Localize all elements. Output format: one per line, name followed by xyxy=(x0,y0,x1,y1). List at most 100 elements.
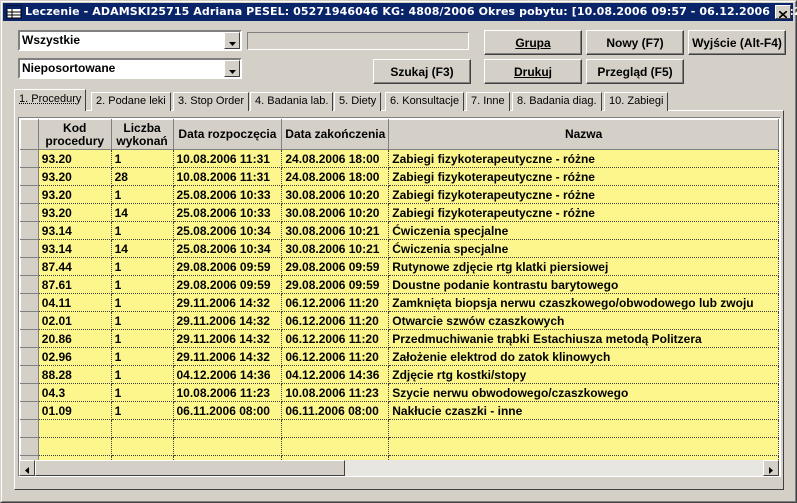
cell-kod[interactable]: 04.11 xyxy=(38,294,111,312)
cell-liczba[interactable]: 28 xyxy=(111,168,173,186)
table-row[interactable]: 93.14 14 25.08.2006 10:34 30.08.2006 10:21 Ć… xyxy=(21,240,779,258)
row-selector[interactable] xyxy=(21,384,39,402)
cell-data-zakonczenia[interactable]: 24.08.2006 18:00 xyxy=(282,168,389,186)
table-row[interactable]: 93.20 1 25.08.2006 10:33 30.08.2006 10:20 Za… xyxy=(21,186,779,204)
sort-select[interactable]: Nieposortowane xyxy=(18,58,242,79)
empty-cell[interactable] xyxy=(282,438,389,456)
cell-nazwa[interactable]: Szycie nerwu obwodowego/czaszkowego xyxy=(389,384,779,402)
cell-liczba[interactable]: 1 xyxy=(111,222,173,240)
preview-button[interactable]: Przegląd (F5) xyxy=(586,59,684,84)
cell-kod[interactable]: 93.20 xyxy=(38,204,111,222)
table-row[interactable]: 93.20 14 25.08.2006 10:33 30.08.2006 10:20 Z… xyxy=(21,204,779,222)
cell-data-zakonczenia[interactable]: 06.12.2006 11:20 xyxy=(282,294,389,312)
print-button[interactable]: Drukuj xyxy=(484,59,582,84)
row-selector[interactable] xyxy=(21,204,39,222)
table-row[interactable]: 04.11 1 29.11.2006 14:32 06.12.2006 11:20 Za… xyxy=(21,294,779,312)
sort-select-dropdown-button[interactable] xyxy=(224,60,240,77)
cell-liczba[interactable]: 1 xyxy=(111,276,173,294)
cell-data-zakonczenia[interactable]: 29.08.2006 09:59 xyxy=(282,276,389,294)
cell-kod[interactable]: 87.61 xyxy=(38,276,111,294)
cell-nazwa[interactable]: Przedmuchiwanie trąbki Estachiusza metod… xyxy=(389,330,779,348)
column-header-liczba[interactable]: Liczba wykonań xyxy=(111,120,173,150)
column-header-data-rozpoczecia[interactable]: Data rozpoczęcia xyxy=(173,120,282,150)
cell-data-rozpoczecia[interactable]: 29.08.2006 09:59 xyxy=(173,258,282,276)
empty-cell[interactable] xyxy=(38,420,111,438)
tab-konsultacje[interactable]: 6. Konsultacje xyxy=(385,92,464,111)
row-selector[interactable] xyxy=(21,222,39,240)
table-row[interactable]: 04.3 1 10.08.2006 11:23 10.08.2006 11:23 Szy… xyxy=(21,384,779,402)
row-selector[interactable] xyxy=(21,150,39,168)
empty-cell[interactable] xyxy=(389,438,779,456)
row-selector[interactable] xyxy=(21,330,39,348)
table-row[interactable]: 87.61 1 29.08.2006 09:59 29.08.2006 09:59 Do… xyxy=(21,276,779,294)
table-row[interactable]: 93.14 1 25.08.2006 10:34 30.08.2006 10:21 Ćw… xyxy=(21,222,779,240)
tab-podane-leki[interactable]: 2. Podane leki xyxy=(91,92,171,111)
table-row[interactable]: 87.44 1 29.08.2006 09:59 29.08.2006 09:59 Ru… xyxy=(21,258,779,276)
cell-kod[interactable]: 04.3 xyxy=(38,384,111,402)
tab-diety[interactable]: 5. Diety xyxy=(334,92,381,111)
filter-select-1-dropdown-button[interactable] xyxy=(224,32,240,49)
cell-liczba[interactable]: 1 xyxy=(111,348,173,366)
cell-data-rozpoczecia[interactable]: 25.08.2006 10:34 xyxy=(173,222,282,240)
close-button[interactable] xyxy=(775,5,791,19)
empty-cell[interactable] xyxy=(38,438,111,456)
row-selector[interactable] xyxy=(21,258,39,276)
cell-data-zakonczenia[interactable]: 29.08.2006 09:59 xyxy=(282,258,389,276)
grupa-button[interactable]: Grupa xyxy=(484,30,582,55)
cell-liczba[interactable]: 1 xyxy=(111,150,173,168)
cell-liczba[interactable]: 14 xyxy=(111,240,173,258)
table-row[interactable]: 88.28 1 04.12.2006 14:36 04.12.2006 14:36 Zd… xyxy=(21,366,779,384)
table-row[interactable]: 02.01 1 29.11.2006 14:32 06.12.2006 11:20 Ot… xyxy=(21,312,779,330)
row-selector[interactable] xyxy=(21,276,39,294)
cell-kod[interactable]: 87.44 xyxy=(38,258,111,276)
cell-kod[interactable]: 93.14 xyxy=(38,222,111,240)
cell-data-zakonczenia[interactable]: 30.08.2006 10:20 xyxy=(282,186,389,204)
cell-nazwa[interactable]: Zamknięta biopsja nerwu czaszkowego/obwo… xyxy=(389,294,779,312)
search-button[interactable]: Szukaj (F3) xyxy=(373,59,471,84)
row-selector[interactable] xyxy=(21,348,39,366)
cell-kod[interactable]: 01.09 xyxy=(38,402,111,420)
tab-stop-order[interactable]: 3. Stop Order xyxy=(173,92,249,111)
scroll-left-button[interactable] xyxy=(19,460,35,476)
cell-liczba[interactable]: 1 xyxy=(111,186,173,204)
cell-nazwa[interactable]: Ćwiczenia specjalne xyxy=(389,222,779,240)
cell-nazwa[interactable]: Doustne podanie kontrastu barytowego xyxy=(389,276,779,294)
row-selector[interactable] xyxy=(21,312,39,330)
cell-nazwa[interactable]: Zabiegi fizykoterapeutyczne - różne xyxy=(389,204,779,222)
empty-cell[interactable] xyxy=(173,420,282,438)
exit-button[interactable]: Wyjście (Alt-F4) xyxy=(688,30,786,55)
cell-liczba[interactable]: 14 xyxy=(111,204,173,222)
empty-cell[interactable] xyxy=(282,420,389,438)
table-row[interactable]: 20.86 1 29.11.2006 14:32 06.12.2006 11:20 Pr… xyxy=(21,330,779,348)
cell-data-zakonczenia[interactable]: 06.11.2006 08:00 xyxy=(282,402,389,420)
cell-data-zakonczenia[interactable]: 04.12.2006 14:36 xyxy=(282,366,389,384)
cell-data-rozpoczecia[interactable]: 10.08.2006 11:31 xyxy=(173,150,282,168)
cell-data-zakonczenia[interactable]: 30.08.2006 10:20 xyxy=(282,204,389,222)
cell-data-rozpoczecia[interactable]: 29.08.2006 09:59 xyxy=(173,276,282,294)
empty-cell[interactable] xyxy=(173,438,282,456)
cell-kod[interactable]: 93.20 xyxy=(38,168,111,186)
tab-zabiegi[interactable]: 10. Zabiegi xyxy=(604,92,668,111)
row-selector[interactable] xyxy=(21,366,39,384)
cell-data-rozpoczecia[interactable]: 10.08.2006 11:31 xyxy=(173,168,282,186)
row-selector-header[interactable] xyxy=(21,120,39,150)
column-header-nazwa[interactable]: Nazwa xyxy=(389,120,779,150)
title-bar[interactable]: Leczenie - ADAMSKI25715 Adriana PESEL: 0… xyxy=(3,3,793,21)
cell-data-zakonczenia[interactable]: 06.12.2006 11:20 xyxy=(282,330,389,348)
cell-kod[interactable]: 93.14 xyxy=(38,240,111,258)
cell-nazwa[interactable]: Nakłucie czaszki - inne xyxy=(389,402,779,420)
row-selector[interactable] xyxy=(21,168,39,186)
cell-data-zakonczenia[interactable]: 06.12.2006 11:20 xyxy=(282,348,389,366)
table-row[interactable]: 93.20 28 10.08.2006 11:31 24.08.2006 18:00 Z… xyxy=(21,168,779,186)
row-selector[interactable] xyxy=(21,240,39,258)
cell-data-rozpoczecia[interactable]: 04.12.2006 14:36 xyxy=(173,366,282,384)
cell-nazwa[interactable]: Zabiegi fizykoterapeutyczne - różne xyxy=(389,150,779,168)
cell-nazwa[interactable]: Zdjęcie rtg kostki/stopy xyxy=(389,366,779,384)
empty-cell[interactable] xyxy=(111,438,173,456)
row-selector[interactable] xyxy=(21,294,39,312)
cell-data-rozpoczecia[interactable]: 29.11.2006 14:32 xyxy=(173,348,282,366)
cell-kod[interactable]: 88.28 xyxy=(38,366,111,384)
empty-cell[interactable] xyxy=(111,420,173,438)
cell-kod[interactable]: 93.20 xyxy=(38,186,111,204)
cell-data-rozpoczecia[interactable]: 10.08.2006 11:23 xyxy=(173,384,282,402)
